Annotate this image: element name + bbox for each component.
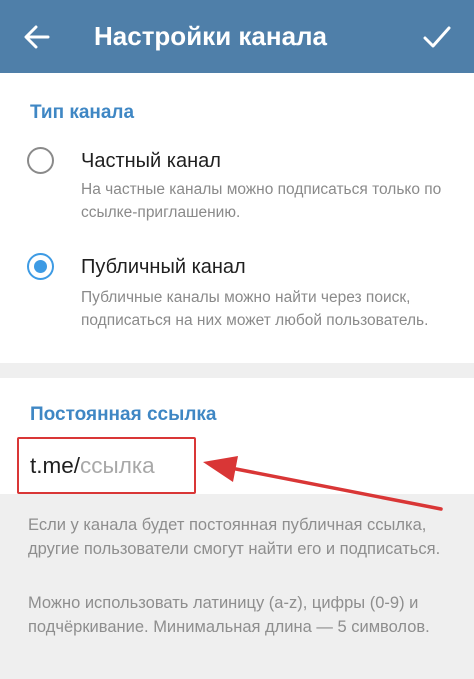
permanent-link-header: Постоянная ссылка bbox=[30, 404, 217, 425]
link-input[interactable]: t.me/ссылка bbox=[17, 437, 196, 494]
back-button[interactable] bbox=[20, 20, 54, 54]
done-button[interactable] bbox=[420, 20, 454, 54]
page-title: Настройки канала bbox=[94, 21, 328, 51]
app-bar: Настройки канала bbox=[0, 0, 474, 73]
channel-type-header: Тип канала bbox=[30, 102, 135, 123]
public-channel-label[interactable]: Публичный канал bbox=[81, 253, 246, 281]
check-icon bbox=[423, 26, 451, 48]
private-channel-description: На частные каналы можно подписаться толь… bbox=[81, 181, 442, 221]
public-channel-description: Публичные каналы можно найти через поиск… bbox=[81, 289, 429, 329]
private-channel-radio[interactable] bbox=[27, 147, 54, 174]
link-placeholder: ссылка bbox=[80, 452, 155, 478]
public-channel-radio[interactable] bbox=[27, 253, 54, 280]
arrow-left-icon bbox=[24, 25, 50, 49]
private-channel-label[interactable]: Частный канал bbox=[81, 147, 221, 175]
help-paragraph-2: Можно использовать латиницу (a-z), цифры… bbox=[28, 594, 430, 636]
link-prefix: t.me/ bbox=[30, 452, 81, 478]
help-paragraph-1: Если у канала будет постоянная публичная… bbox=[28, 516, 441, 558]
